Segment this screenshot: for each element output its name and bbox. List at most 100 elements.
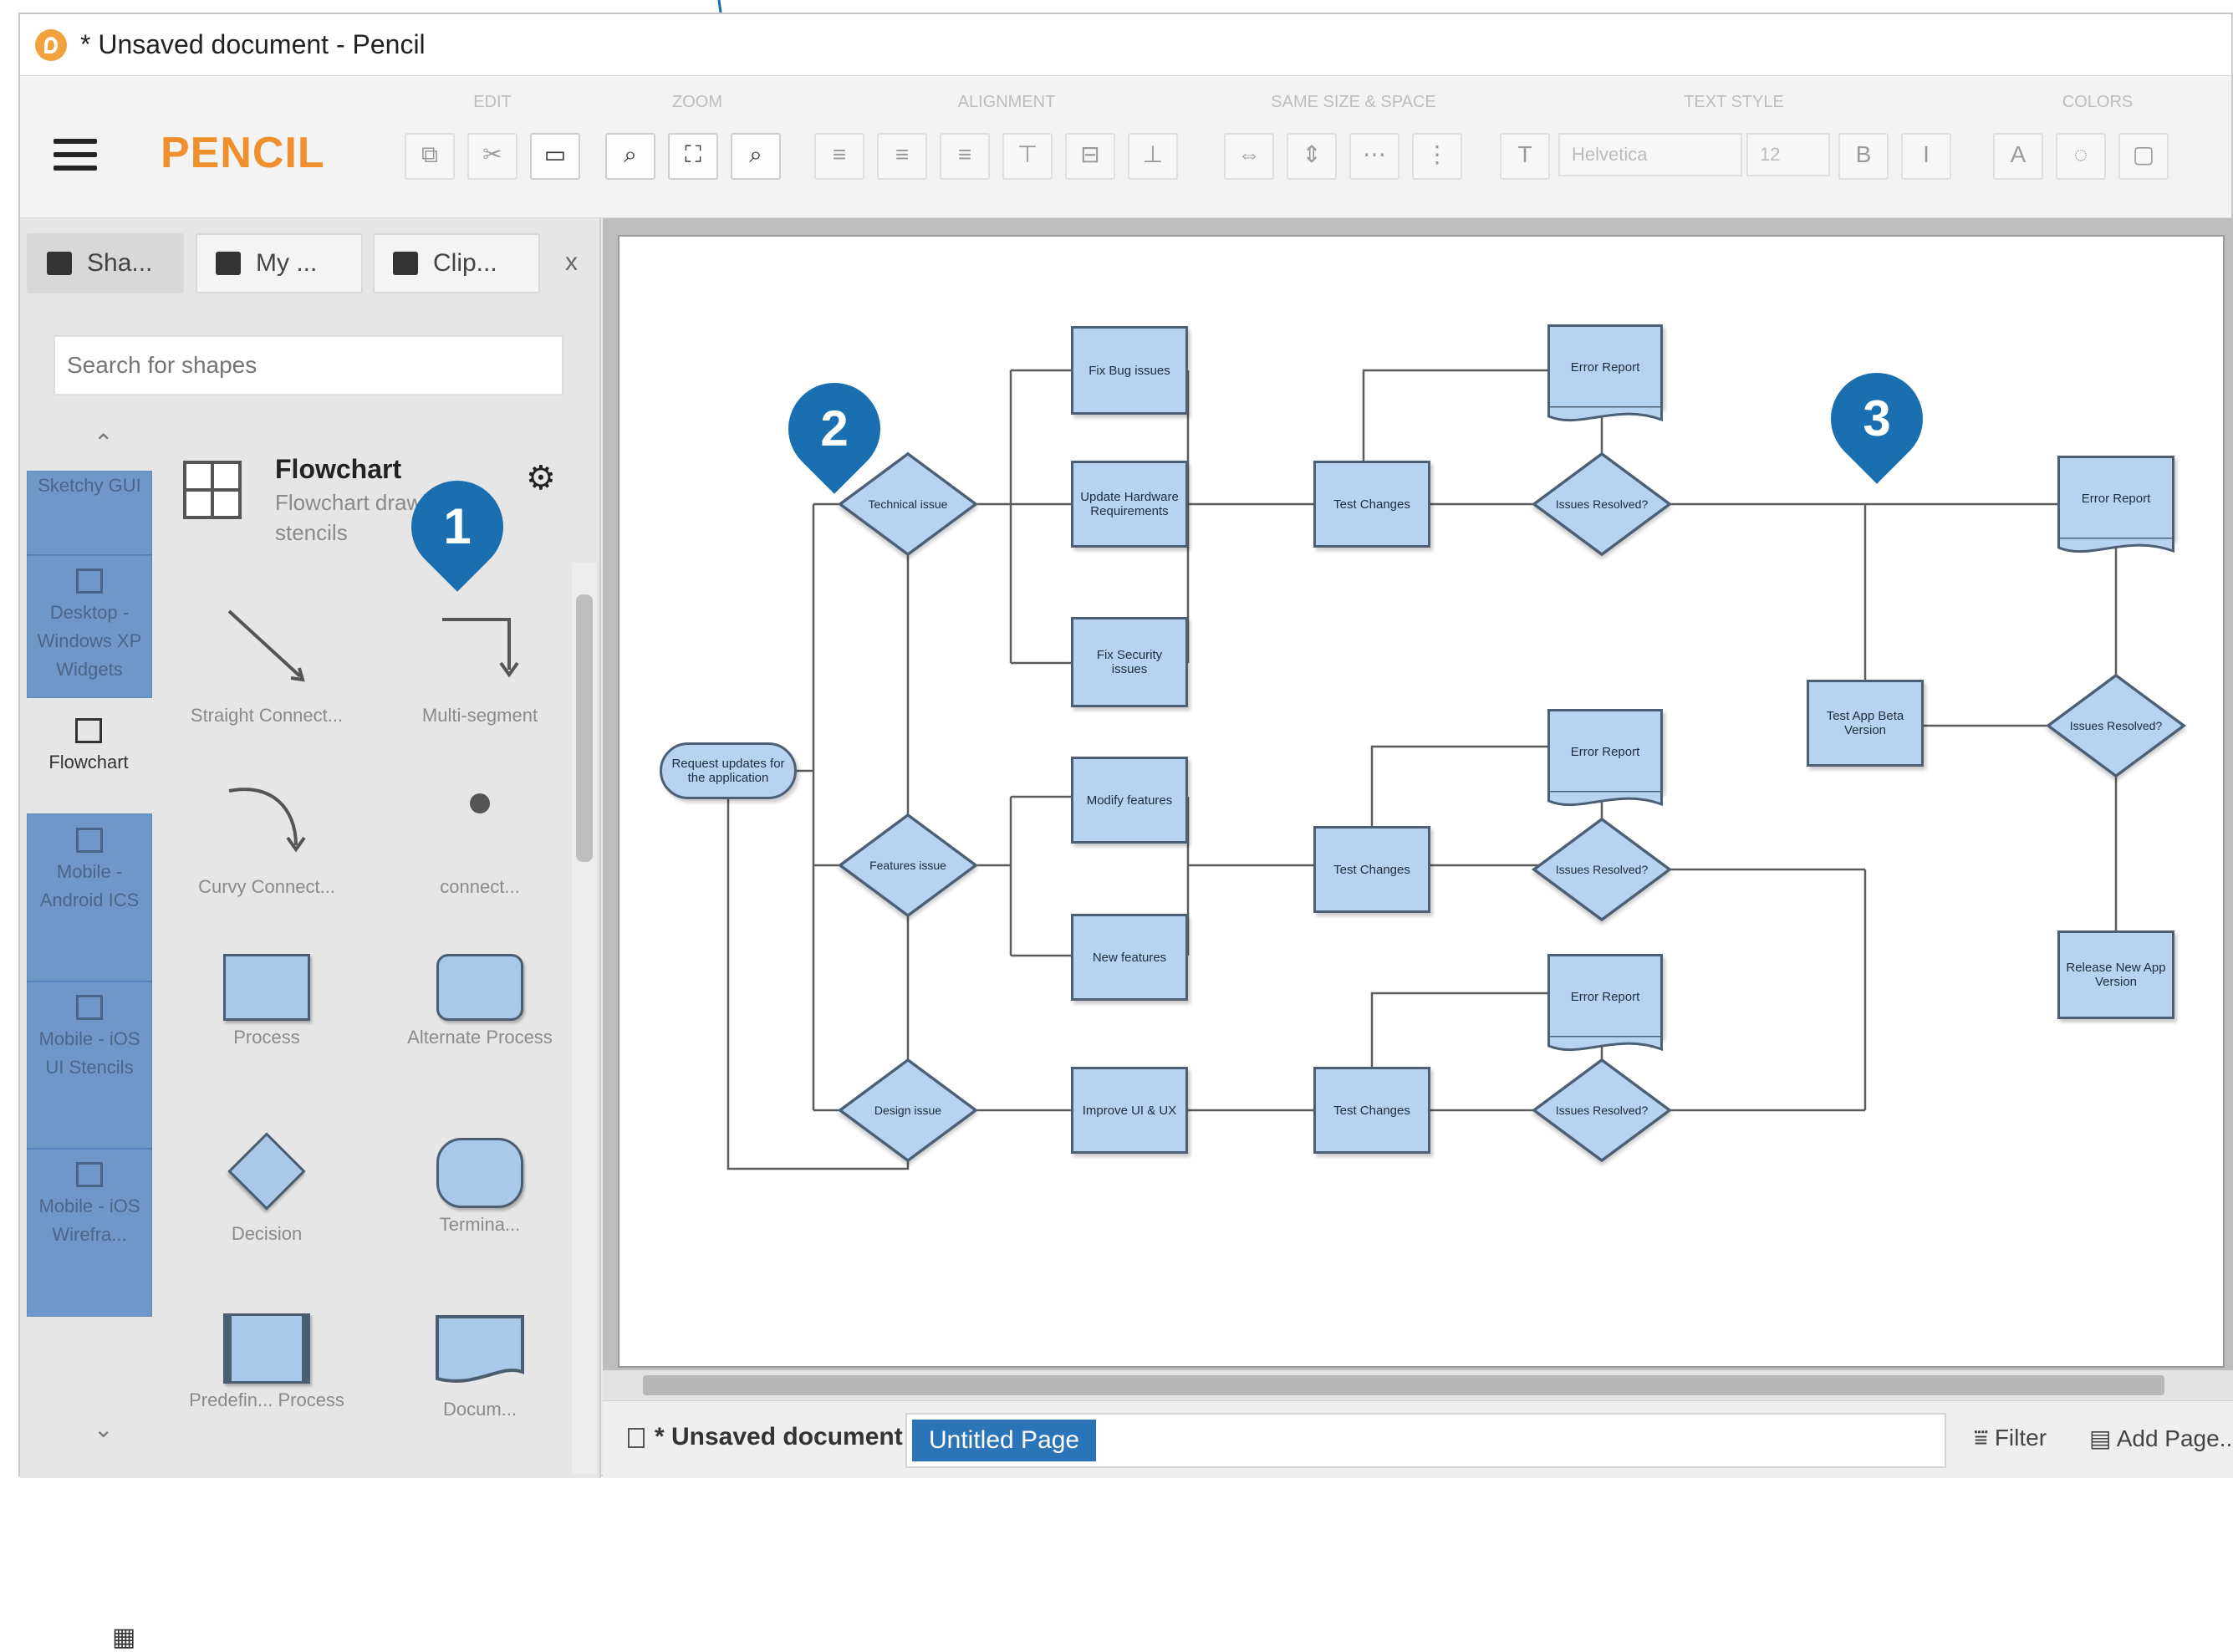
panel-close-button[interactable]: x — [565, 248, 578, 277]
document-name[interactable]: * Unsaved document — [655, 1423, 903, 1451]
flowchart-node-fix-security[interactable]: Fix Security issues — [1071, 617, 1188, 707]
same-height-icon[interactable]: ⇕ — [1287, 133, 1337, 180]
window-title: * Unsaved document - Pencil — [80, 29, 426, 59]
align-top-icon[interactable]: ⊤ — [1002, 133, 1053, 180]
horizontal-scrollbar-thumb[interactable] — [643, 1375, 2164, 1395]
flowchart-node-new-features[interactable]: New features — [1071, 914, 1188, 1001]
font-size-field[interactable]: 12 — [1746, 133, 1830, 176]
text-icon[interactable]: T — [1500, 133, 1550, 180]
flowchart-node-dia-res-1[interactable]: Issues Resolved? — [1531, 451, 1673, 557]
tab-my-collections[interactable]: My ... — [196, 233, 363, 293]
flowchart-node-dia-res-2[interactable]: Issues Resolved? — [1531, 817, 1673, 922]
shape-terminator[interactable]: Termina... — [396, 1138, 563, 1236]
flowchart-node-release[interactable]: Release New App Version — [2057, 931, 2174, 1019]
briefcase-icon — [216, 252, 241, 275]
tab-label: Clip... — [433, 249, 497, 277]
shape-predefined-process[interactable]: Predefin... Process — [183, 1313, 350, 1412]
shape-alternate-process[interactable]: Alternate Process — [396, 954, 563, 1049]
cut-icon[interactable]: ✂ — [467, 133, 517, 180]
align-left-icon[interactable]: ≡ — [814, 133, 864, 180]
flowchart-node-dia-design[interactable]: Design issue — [837, 1058, 979, 1163]
flowchart-node-dia-technical[interactable]: Technical issue — [837, 451, 979, 557]
page-tab-active[interactable]: Untitled Page — [912, 1420, 1097, 1461]
shape-multi-segment[interactable]: Multi-segment — [396, 603, 563, 727]
toolbar-group-text-style: TEXT STYLE T Helvetica 12 B I — [1491, 93, 1976, 193]
flowchart-node-err-3[interactable]: Error Report — [1547, 954, 1663, 1038]
curvy-connector-icon — [228, 788, 306, 853]
category-label: Desktop - Windows XP Widgets — [37, 602, 142, 680]
category-sketchy-gui[interactable]: Sketchy GUI — [27, 471, 152, 556]
flowchart-node-test-1[interactable]: Test Changes — [1313, 461, 1430, 548]
flowchart-node-fix-bug[interactable]: Fix Bug issues — [1071, 326, 1188, 415]
category-flowchart[interactable]: Flowchart — [27, 705, 150, 805]
same-width-icon[interactable]: ⇔ — [1224, 133, 1274, 180]
category-mobile-ios-wireframe[interactable]: Mobile - iOS Wirefra... — [27, 1148, 152, 1317]
terminator-shape-icon — [436, 1138, 523, 1208]
document-shape-icon — [436, 1315, 524, 1383]
callout-number: 3 — [1863, 390, 1891, 446]
flowchart-node-dia-res-3[interactable]: Issues Resolved? — [1531, 1058, 1673, 1163]
align-bottom-icon[interactable]: ⊥ — [1128, 133, 1178, 180]
shape-document[interactable]: Docum... — [396, 1313, 563, 1421]
space-horizontal-icon[interactable]: ⋯ — [1349, 133, 1399, 180]
add-page-button[interactable]: ▤ Add Page... — [2089, 1425, 2233, 1452]
border-color-icon[interactable]: ▢ — [2118, 133, 2169, 180]
shape-straight-connector[interactable]: Straight Connect... — [183, 603, 350, 727]
flowchart-node-dia-res-final[interactable]: Issues Resolved? — [2045, 673, 2187, 778]
callout-number: 1 — [443, 498, 472, 554]
decision-shape-icon — [221, 1125, 313, 1217]
flowchart-node-modify-features[interactable]: Modify features — [1071, 757, 1188, 844]
category-mobile-android[interactable]: Mobile - Android ICS — [27, 813, 152, 982]
flowchart-node-test-3[interactable]: Test Changes — [1313, 1067, 1430, 1154]
align-middle-icon[interactable]: ⊟ — [1065, 133, 1115, 180]
flowchart-node-beta[interactable]: Test App Beta Version — [1807, 680, 1924, 767]
gear-icon[interactable]: ⚙ — [526, 459, 556, 497]
flowchart-node-err-2[interactable]: Error Report — [1547, 709, 1663, 793]
category-desktop-windows-xp[interactable]: Desktop - Windows XP Widgets — [27, 554, 152, 698]
paste-icon[interactable]: ▭ — [530, 133, 580, 180]
widget-icon — [76, 828, 103, 853]
font-family-select[interactable]: Helvetica — [1558, 133, 1742, 176]
italic-icon[interactable]: I — [1901, 133, 1951, 180]
flowchart-node-improve-ui[interactable]: Improve UI & UX — [1071, 1067, 1188, 1154]
tab-shapes[interactable]: Sha... — [27, 233, 184, 293]
shape-decision[interactable]: Decision — [183, 1125, 350, 1246]
flowchart-node-update-hw[interactable]: Update Hardware Requirements — [1071, 461, 1188, 548]
filter-button[interactable]: ⩸ Filter — [1974, 1425, 2047, 1452]
fill-color-icon[interactable]: ◌ — [2056, 133, 2106, 180]
text-color-icon[interactable]: A — [1993, 133, 2043, 180]
fit-page-icon[interactable]: ⛶ — [668, 133, 718, 180]
shape-connector[interactable]: connect... — [396, 774, 563, 899]
collection-title: Flowchart — [275, 454, 402, 484]
space-vertical-icon[interactable]: ⋮ — [1412, 133, 1462, 180]
scroll-up-icon[interactable]: ⌃ — [94, 429, 113, 456]
callout-marker-1: 1 — [392, 461, 523, 592]
zoom-out-icon[interactable]: ⌕ — [731, 133, 781, 180]
tab-label: My ... — [256, 249, 318, 277]
hamburger-menu-icon[interactable] — [54, 139, 97, 172]
flowchart-node-dia-features[interactable]: Features issue — [837, 813, 979, 918]
flowchart-node-start[interactable]: Request updates for the application — [660, 742, 797, 799]
zoom-in-icon[interactable]: ⌕ — [605, 133, 655, 180]
flowchart-node-err-1[interactable]: Error Report — [1547, 324, 1663, 408]
copy-icon[interactable]: ⧉ — [405, 133, 455, 180]
flowchart-node-test-2[interactable]: Test Changes — [1313, 826, 1430, 913]
toolbar-group-zoom: ZOOM ⌕ ⛶ ⌕ — [597, 93, 798, 193]
shapes-scrollbar-thumb[interactable] — [576, 594, 593, 862]
flowchart-node-err-4[interactable]: Error Report — [2057, 456, 2174, 539]
scroll-down-icon[interactable]: ⌄ — [94, 1415, 113, 1443]
align-center-icon[interactable]: ≡ — [877, 133, 927, 180]
category-mobile-ios-stencils[interactable]: Mobile - iOS UI Stencils — [27, 981, 152, 1150]
shape-process[interactable]: Process — [183, 954, 350, 1049]
widget-icon — [76, 1162, 103, 1187]
apps-grid-icon[interactable]: ▦ — [112, 1623, 135, 1652]
document-icon — [628, 1428, 645, 1448]
tab-clipart[interactable]: Clip... — [373, 233, 540, 293]
bold-icon[interactable]: B — [1838, 133, 1889, 180]
document-wave-err-1 — [1547, 406, 1663, 422]
shape-curvy-connector[interactable]: Curvy Connect... — [183, 774, 350, 899]
node-label: Technical issue — [868, 497, 948, 511]
shape-search-input[interactable] — [54, 335, 563, 395]
app-window: * Unsaved document - Pencil PENCIL EDIT … — [18, 13, 2233, 1651]
align-right-icon[interactable]: ≡ — [940, 133, 990, 180]
